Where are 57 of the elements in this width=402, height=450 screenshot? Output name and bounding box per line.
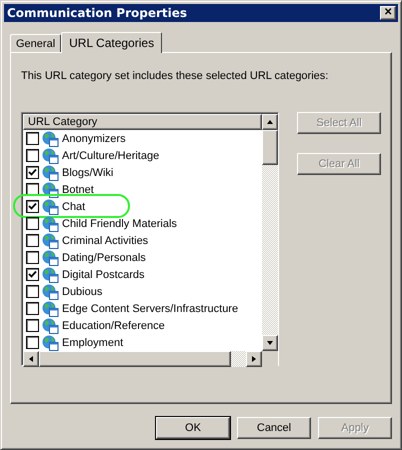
checkbox[interactable] [26,268,39,281]
scroll-thumb[interactable] [39,351,231,367]
column-header[interactable]: URL Category [23,114,262,130]
category-label: Botnet [62,184,94,196]
vertical-scrollbar[interactable] [262,114,278,351]
category-label: Education/Reference [62,320,165,332]
category-label: Dating/Personals [62,252,146,264]
checkbox[interactable] [26,200,39,213]
checkbox[interactable] [26,319,39,332]
globe-page-icon [42,334,59,350]
category-label: Employment [62,336,124,348]
globe-page-icon [42,266,59,282]
checkbox[interactable] [26,234,39,247]
category-label: Dubious [62,286,102,298]
globe-page-icon [42,182,59,198]
globe-page-icon [42,130,59,146]
arrow-icon [27,355,35,363]
category-label: Chat [62,200,86,212]
category-label: Criminal Activities [62,234,148,246]
category-label: Digital Postcards [62,268,145,280]
category-label: Edge Content Servers/Infrastructure [62,302,238,314]
globe-page-icon [42,148,59,164]
checkbox[interactable] [26,251,39,264]
dialog-button[interactable]: Cancel [237,417,311,439]
close-button[interactable]: ✕ [380,6,396,20]
scroll-right-button[interactable] [246,351,262,367]
checkbox[interactable] [26,302,39,315]
globe-page-icon [42,232,59,248]
window-title: Communication Properties [7,6,188,20]
scrollbar-corner [262,351,278,367]
scroll-left-button[interactable] [23,351,39,367]
globe-page-icon [42,164,59,180]
category-label: Blogs/Wiki [62,166,114,178]
scroll-down-button[interactable] [262,335,278,351]
globe-page-icon [42,318,59,334]
checkbox[interactable] [26,217,39,230]
globe-page-icon [42,284,59,300]
category-label: Child Friendly Materials [62,218,177,230]
scroll-thumb[interactable] [262,130,278,165]
tab[interactable]: General [10,34,62,52]
category-label: Anonymizers [62,132,126,144]
checkbox[interactable] [26,285,39,298]
intro-text: This URL category set includes these selected URL categories: [21,70,330,82]
globe-page-icon [42,198,59,214]
checkbox[interactable] [26,166,39,179]
arrow-icon [266,118,274,126]
globe-page-icon [42,300,59,316]
scroll-up-button[interactable] [262,114,278,130]
horizontal-scrollbar[interactable] [23,351,262,367]
category-label: Art/Culture/Heritage [62,150,160,162]
dialog-button[interactable]: OK [156,417,230,439]
globe-page-icon [42,216,59,232]
checkbox[interactable] [26,149,39,162]
checkbox[interactable] [26,132,39,145]
globe-page-icon [42,250,59,266]
checkbox[interactable] [26,336,39,349]
tab[interactable]: URL Categories [61,32,162,53]
